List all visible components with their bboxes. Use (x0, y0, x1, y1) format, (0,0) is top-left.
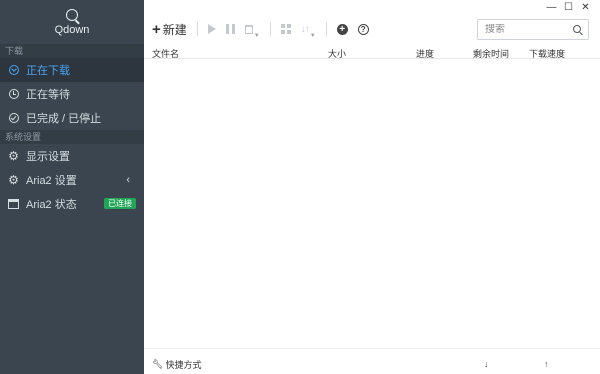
sidebar-item-aria2-settings[interactable]: ⚙ Aria2 设置 ‹ (0, 168, 144, 192)
delete-button[interactable]: ▼ (244, 19, 260, 39)
minimize-button[interactable]: — (543, 1, 560, 14)
app-logo-icon (66, 9, 78, 21)
sidebar-item-label: Aria2 状态 (26, 199, 77, 211)
shortcut-label: 快捷方式 (165, 360, 202, 370)
sidebar-item-downloading[interactable]: 正在下载 (0, 58, 144, 82)
add-button[interactable]: + (336, 19, 348, 39)
sort-icon: ↓↑ (300, 23, 310, 35)
sidebar-item-label: 正在等待 (26, 89, 70, 101)
section-title-download: 下载 (0, 44, 144, 58)
sidebar-item-aria2-status[interactable]: Aria2 状态 已连接 (0, 192, 144, 216)
play-icon (207, 24, 216, 34)
sidebar-item-completed[interactable]: 已完成 / 已停止 (0, 106, 144, 130)
gear-icon: ⚙ (8, 148, 19, 163)
add-circle-icon: + (336, 23, 348, 35)
app-name: Qdown (54, 24, 90, 36)
search-input[interactable] (485, 24, 573, 35)
sidebar-item-label: 正在下载 (26, 65, 70, 77)
sidebar-item-label: Aria2 设置 (26, 175, 77, 187)
toolbar-divider (325, 22, 327, 36)
shortcut-button[interactable]: 🔧︎ 快捷方式 (152, 358, 201, 371)
sort-button[interactable]: ↓↑ ▼ (300, 19, 316, 40)
toolbar-divider (196, 22, 198, 36)
sidebar-item-display-settings[interactable]: ⚙ 显示设置 (0, 144, 144, 168)
help-button[interactable]: ? (357, 19, 369, 39)
arrow-down-icon: ↓ (484, 359, 489, 369)
dropdown-caret-icon: ▼ (253, 33, 260, 39)
sidebar-item-label: 显示设置 (26, 151, 70, 163)
search-box[interactable] (477, 19, 589, 40)
toolbar-divider (269, 22, 271, 36)
download-speed: ↓ (484, 359, 491, 369)
dropdown-caret-icon: ▼ (309, 33, 316, 39)
status-bar: 🔧︎ 快捷方式 ↓ ↑ (144, 348, 600, 374)
download-list[interactable] (144, 59, 600, 347)
gears-icon: ⚙ (8, 172, 19, 187)
delete-icon (244, 24, 253, 34)
new-task-label: 新建 (162, 22, 187, 37)
table-header: 文件名 大小 进度 剩余时间 下载速度 (144, 45, 600, 59)
wrench-icon: 🔧︎ (152, 359, 164, 369)
start-button[interactable] (207, 19, 216, 39)
close-button[interactable]: ✕ (577, 1, 594, 14)
view-grid-icon (280, 24, 291, 34)
status-badge: 已连接 (104, 198, 136, 209)
chevron-left-icon: ‹ (126, 174, 130, 186)
main-panel: — ☐ ✕ + 新建 ▼ ↓↑▼ + ? 文件名 大小 进度 剩余时间 下载速度… (144, 0, 600, 374)
pause-icon (225, 24, 235, 34)
plus-icon: + (152, 20, 161, 38)
server-status-icon (8, 199, 19, 210)
section-title-settings: 系统设置 (0, 130, 144, 144)
download-circle-icon (8, 65, 19, 76)
window-controls: — ☐ ✕ (543, 1, 594, 14)
maximize-button[interactable]: ☐ (560, 1, 577, 14)
sidebar-item-waiting[interactable]: 正在等待 (0, 82, 144, 106)
arrow-up-icon: ↑ (544, 359, 549, 369)
clock-icon (8, 89, 19, 100)
help-circle-icon: ? (357, 23, 369, 35)
sidebar-item-label: 已完成 / 已停止 (26, 113, 102, 125)
pause-button[interactable] (225, 19, 235, 39)
check-circle-icon (8, 113, 19, 124)
sidebar: Qdown 下载 正在下载 正在等待 已完成 / 已停止 系统设置 ⚙ 显示设置… (0, 0, 144, 374)
search-icon[interactable] (573, 25, 581, 33)
new-task-button[interactable]: + 新建 (152, 19, 187, 39)
upload-speed: ↑ (544, 359, 551, 369)
view-button[interactable] (280, 19, 291, 39)
app-brand: Qdown (0, 0, 144, 44)
